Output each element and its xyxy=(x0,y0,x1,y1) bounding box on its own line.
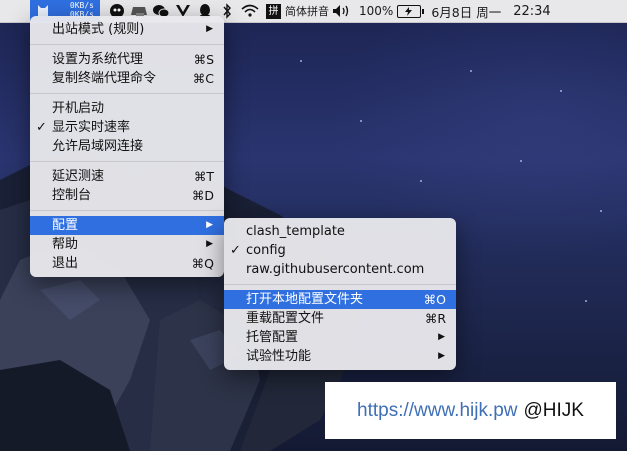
menu-item-set-system-proxy[interactable]: 设置为系统代理 ⌘S xyxy=(30,50,224,69)
menu-shortcut: ⌘R xyxy=(424,311,446,326)
menubar-spacer xyxy=(0,0,30,22)
menu-item-config[interactable]: 配置 ▶ xyxy=(30,216,224,235)
submenu-item-clash-template[interactable]: clash_template xyxy=(224,222,456,241)
submenu-arrow-icon: ▶ xyxy=(438,332,445,342)
menu-shortcut: ⌘D xyxy=(191,188,214,203)
star xyxy=(560,90,562,92)
watermark-url: https://www.hijk.pw xyxy=(357,399,518,421)
menu-item-label: 打开本地配置文件夹 xyxy=(246,292,364,307)
menu-item-label: clash_template xyxy=(246,224,345,239)
menu-shortcut: ⌘C xyxy=(192,71,214,86)
input-method-item[interactable]: 拼 简体拼音 xyxy=(266,0,329,22)
menu-item-label: 重载配置文件 xyxy=(246,311,325,326)
menu-separator xyxy=(30,210,224,211)
menu-item-launch-at-login[interactable]: 开机启动 xyxy=(30,99,224,118)
menu-item-label: raw.githubusercontent.com xyxy=(246,262,425,277)
menu-item-label: 托管配置 xyxy=(246,330,299,345)
menu-item-outbound-mode[interactable]: 出站模式 (规则) ▶ xyxy=(30,20,224,39)
submenu-item-config[interactable]: ✓ config xyxy=(224,241,456,260)
wifi-icon[interactable] xyxy=(238,0,262,22)
upload-speed: 0KB/s xyxy=(69,1,94,10)
menu-shortcut: ⌘T xyxy=(193,169,214,184)
menu-shortcut: ⌘S xyxy=(193,52,214,67)
menu-item-show-speed[interactable]: ✓ 显示实时速率 xyxy=(30,118,224,137)
watermark: https://www.hijk.pw @HIJK xyxy=(325,382,616,439)
menu-item-label: config xyxy=(246,243,286,258)
menu-item-label: 配置 xyxy=(52,218,79,233)
menu-item-label: 复制终端代理命令 xyxy=(52,71,157,86)
input-method-label: 简体拼音 xyxy=(285,5,329,18)
ime-icon: 拼 xyxy=(266,3,281,19)
submenu-arrow-icon: ▶ xyxy=(206,24,213,34)
submenu-item-experimental[interactable]: 试验性功能 ▶ xyxy=(224,347,456,366)
checkmark-icon: ✓ xyxy=(230,243,241,258)
menu-separator xyxy=(30,44,224,45)
star xyxy=(300,60,302,62)
submenu-arrow-icon: ▶ xyxy=(206,220,213,230)
menu-shortcut: ⌘Q xyxy=(191,256,214,271)
menubar-clock[interactable]: 22:34 xyxy=(513,4,550,19)
menu-shortcut: ⌘O xyxy=(423,292,446,307)
submenu-arrow-icon: ▶ xyxy=(206,239,213,249)
menu-item-help[interactable]: 帮助 ▶ xyxy=(30,235,224,254)
battery-icon[interactable] xyxy=(397,4,425,18)
menu-item-label: 控制台 xyxy=(52,188,92,203)
menu-item-quit[interactable]: 退出 ⌘Q xyxy=(30,254,224,273)
watermark-handle: @HIJK xyxy=(523,399,584,421)
menu-separator xyxy=(224,284,456,285)
submenu-item-reload-config[interactable]: 重载配置文件 ⌘R xyxy=(224,309,456,328)
menu-item-latency-test[interactable]: 延迟测速 ⌘T xyxy=(30,167,224,186)
menu-item-copy-terminal-proxy[interactable]: 复制终端代理命令 ⌘C xyxy=(30,69,224,88)
menu-item-dashboard[interactable]: 控制台 ⌘D xyxy=(30,186,224,205)
menu-item-label: 开机启动 xyxy=(52,101,105,116)
menu-item-label: 延迟测速 xyxy=(52,169,105,184)
menu-item-label: 设置为系统代理 xyxy=(52,52,144,67)
battery-percent[interactable]: 100% xyxy=(359,4,393,18)
clash-main-menu: 出站模式 (规则) ▶ 设置为系统代理 ⌘S 复制终端代理命令 ⌘C 开机启动 … xyxy=(30,16,224,277)
volume-icon[interactable] xyxy=(329,0,355,22)
submenu-item-raw-github[interactable]: raw.githubusercontent.com xyxy=(224,260,456,279)
menu-item-label: 显示实时速率 xyxy=(52,120,131,135)
config-submenu: clash_template ✓ config raw.githubuserco… xyxy=(224,218,456,370)
checkmark-icon: ✓ xyxy=(36,120,47,135)
menu-item-allow-lan[interactable]: 允许局域网连接 xyxy=(30,137,224,156)
menu-separator xyxy=(30,93,224,94)
menu-item-label: 允许局域网连接 xyxy=(52,139,144,154)
submenu-item-managed-config[interactable]: 托管配置 ▶ xyxy=(224,328,456,347)
menu-separator xyxy=(30,161,224,162)
star xyxy=(470,70,472,72)
menubar-date[interactable]: 6月8日 周一 xyxy=(431,2,501,21)
menu-item-label: 试验性功能 xyxy=(246,349,312,364)
menu-item-label: 退出 xyxy=(52,256,79,271)
submenu-arrow-icon: ▶ xyxy=(438,351,445,361)
submenu-item-open-config-folder[interactable]: 打开本地配置文件夹 ⌘O xyxy=(224,290,456,309)
menu-item-label: 帮助 xyxy=(52,237,79,252)
menu-item-label: 出站模式 (规则) xyxy=(52,22,145,37)
